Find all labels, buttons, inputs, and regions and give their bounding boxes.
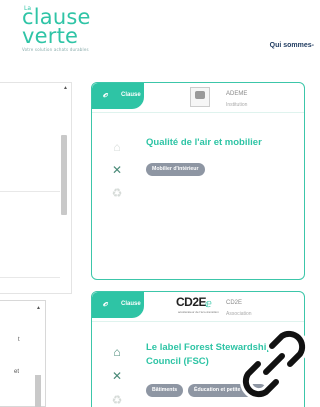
org-logo: CD2E ⅇ accélérateur de l'éco-transition bbox=[176, 295, 219, 317]
filter-list: ▲ t et bbox=[0, 300, 46, 407]
org-logo-text: CD2E bbox=[176, 295, 207, 309]
logo-tagline: Votre solution achats durables bbox=[22, 46, 89, 52]
recycle-icon: ♻ bbox=[111, 393, 123, 407]
tools-icon: ✕ bbox=[111, 369, 123, 383]
link-icon[interactable] bbox=[228, 318, 314, 407]
org-type: Institution bbox=[226, 102, 248, 108]
logo-word-verte: verte bbox=[22, 23, 79, 48]
tag-chip[interactable]: Mobilier d'intérieur bbox=[146, 163, 205, 176]
org-name: ADEME bbox=[226, 91, 248, 97]
scroll-up-arrow-icon[interactable]: ▲ bbox=[63, 85, 68, 91]
scroll-up-arrow-icon[interactable]: ▲ bbox=[36, 305, 41, 311]
site-header: La clause verte Votre solution achats du… bbox=[0, 0, 314, 60]
swirl-icon: ⅇ bbox=[205, 298, 212, 310]
org-name: CD2E bbox=[226, 300, 243, 306]
scrollbar-thumb[interactable] bbox=[61, 135, 67, 215]
filter-divider bbox=[0, 277, 60, 278]
building-icon: ⌂ bbox=[113, 345, 121, 359]
card-title[interactable]: Qualité de l'air et mobilier bbox=[146, 137, 262, 149]
type-badge: 𝒸 Clause bbox=[92, 83, 144, 109]
site-logo[interactable]: La clause verte Votre solution achats du… bbox=[22, 5, 91, 52]
leaf-icon: 𝒸 bbox=[103, 297, 108, 309]
scrollbar-thumb[interactable] bbox=[35, 375, 41, 407]
tag-chip[interactable]: Bâtiments bbox=[146, 384, 184, 397]
type-badge-label: Clause bbox=[121, 301, 141, 307]
filter-list-item[interactable]: et bbox=[14, 369, 19, 375]
type-badge-label: Clause bbox=[121, 92, 141, 98]
org-logo bbox=[190, 87, 210, 107]
filter-list-item[interactable]: t bbox=[18, 337, 20, 343]
card-title-line[interactable]: Council (FSC) bbox=[146, 356, 209, 368]
page: La clause verte Votre solution achats du… bbox=[0, 0, 314, 407]
org-logo-subtitle: accélérateur de l'éco-transition bbox=[178, 310, 219, 314]
building-icon: ⌂ bbox=[113, 140, 121, 154]
card-header: 𝒸 Clause ADEME Institution bbox=[92, 83, 304, 113]
org-type: Association bbox=[226, 311, 252, 317]
filter-panel: ▲ bbox=[0, 82, 72, 294]
tools-icon: ✕ bbox=[111, 163, 123, 177]
recycle-icon: ♻ bbox=[111, 186, 123, 200]
type-badge: 𝒸 Clause bbox=[92, 292, 144, 318]
filter-divider bbox=[0, 191, 60, 192]
leaf-icon: 𝒸 bbox=[103, 88, 108, 100]
logo-prefix: La bbox=[24, 5, 32, 12]
resource-card[interactable]: 𝒸 Clause ADEME Institution ⌂ ✕ ♻ Qualité… bbox=[91, 82, 305, 280]
nav-link-about[interactable]: Qui sommes- bbox=[270, 42, 314, 49]
